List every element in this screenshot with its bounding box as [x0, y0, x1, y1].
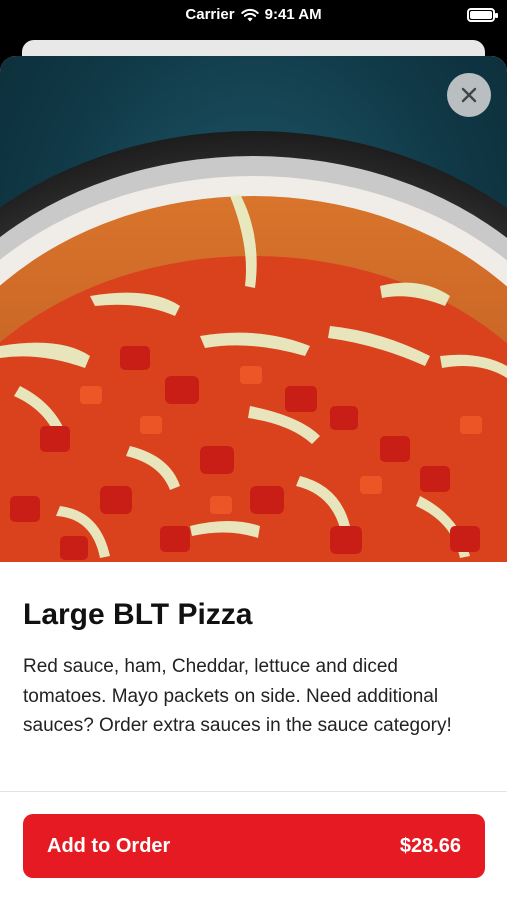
- item-description: Red sauce, ham, Cheddar, lettuce and dic…: [23, 656, 452, 736]
- battery-icon: [467, 8, 498, 22]
- status-center: Carrier 9:41 AM: [0, 6, 507, 23]
- clock-time: 9:41 AM: [264, 6, 322, 23]
- add-to-order-label: Add to Order: [47, 834, 171, 857]
- wifi-icon: [240, 8, 259, 21]
- status-bar: Carrier 9:41 AM: [0, 0, 507, 34]
- carrier-label: Carrier: [185, 6, 235, 23]
- item-title: Large BLT Pizza: [23, 598, 253, 631]
- pizza-photo: [0, 56, 507, 562]
- close-icon: [461, 87, 477, 103]
- pizza-illustration: [0, 131, 507, 562]
- price-label: $28.66: [399, 834, 461, 857]
- divider: [0, 791, 507, 792]
- close-button[interactable]: [447, 73, 491, 117]
- item-detail-sheet: Large BLT Pizza Red sauce, ham, Cheddar,…: [0, 56, 507, 900]
- add-to-order-button[interactable]: Add to Order $28.66: [23, 814, 485, 878]
